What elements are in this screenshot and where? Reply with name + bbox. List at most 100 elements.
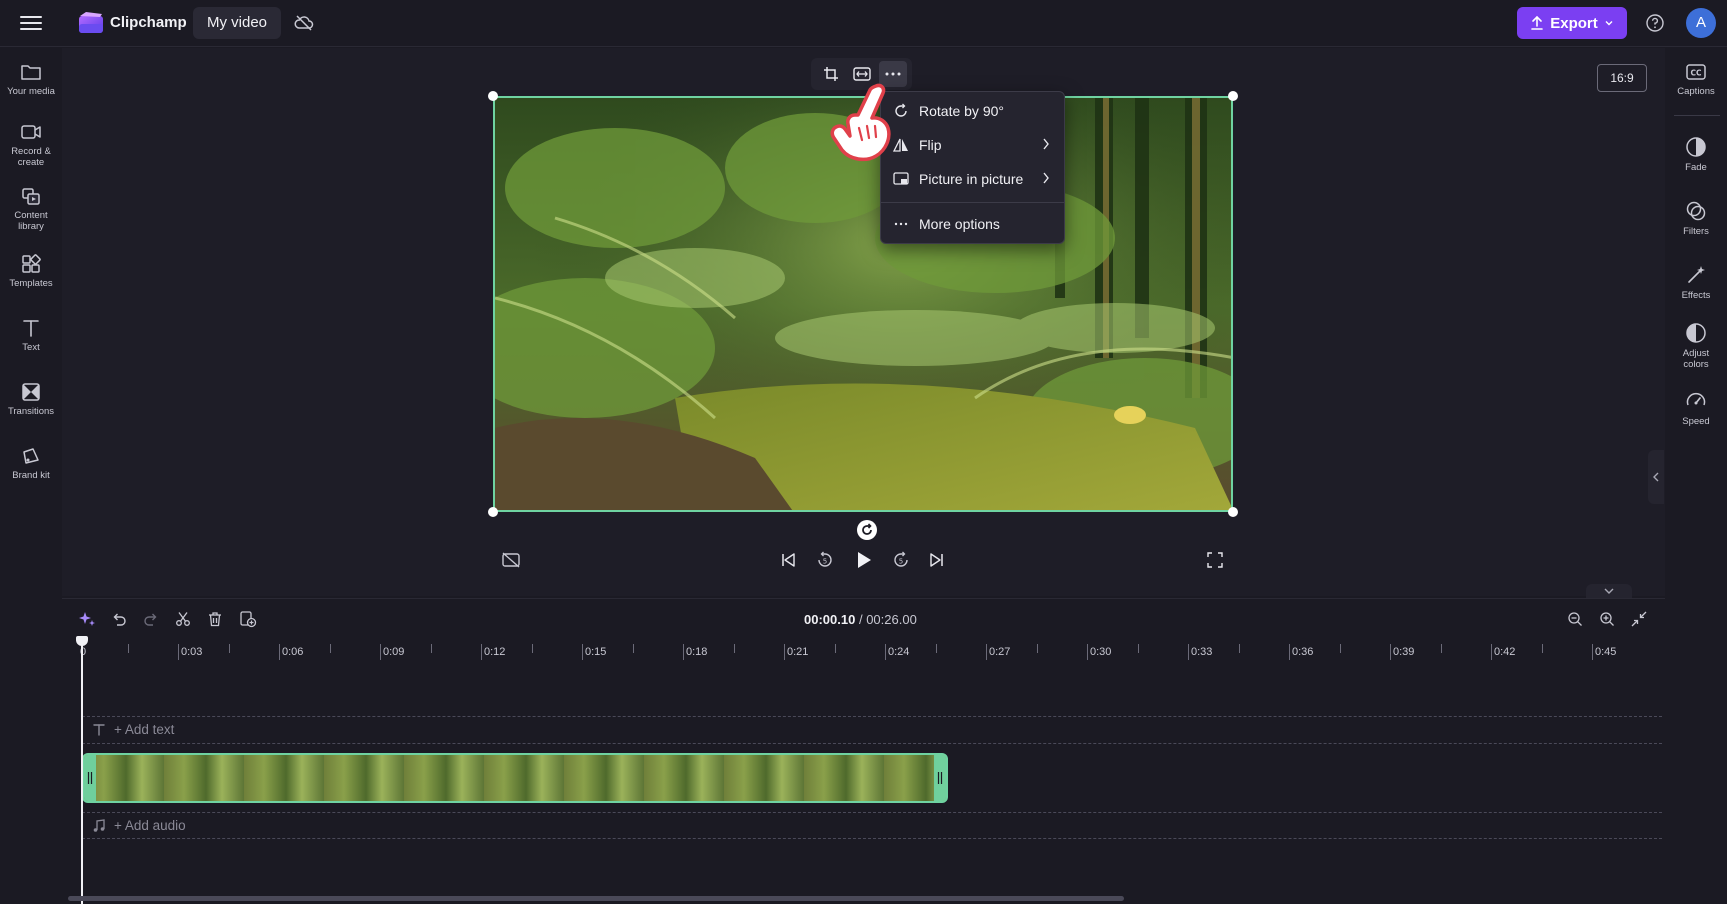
sidebar-item-adjust-colors[interactable]: Adjust colors — [1665, 322, 1727, 370]
sidebar-item-speed[interactable]: Speed — [1665, 390, 1727, 427]
menu-item-more-options[interactable]: More options — [881, 207, 1064, 241]
collapse-timeline-button[interactable] — [1586, 584, 1632, 598]
ai-magic-button[interactable] — [76, 608, 98, 630]
playhead[interactable] — [81, 640, 83, 904]
menu-item-label: Rotate by 90° — [919, 103, 1004, 119]
rotate-handle[interactable] — [857, 520, 877, 540]
zoom-out-button[interactable] — [1564, 608, 1586, 630]
aspect-ratio-button[interactable]: 16:9 — [1597, 64, 1647, 92]
redo-button[interactable] — [140, 608, 162, 630]
project-name-field[interactable]: My video — [193, 7, 282, 39]
audio-track-top-line — [82, 812, 1662, 813]
time-separator: / — [858, 612, 863, 627]
clip-trim-handle-right[interactable] — [934, 755, 946, 801]
sidebar-item-label: Text — [22, 342, 40, 353]
timeline-ruler[interactable]: 0 0:03 0:06 0:09 0:12 0:15 0:18 0:21 0:24 0:27 0:3… — [62, 638, 1665, 664]
app-name: Clipchamp — [110, 14, 187, 31]
fullscreen-button[interactable] — [1203, 548, 1227, 572]
help-icon[interactable] — [1645, 13, 1665, 33]
menu-item-label: More options — [919, 216, 1000, 232]
skip-to-start-button[interactable] — [776, 548, 800, 572]
clip-trim-handle-left[interactable] — [84, 755, 96, 801]
sidebar-item-captions[interactable]: CC Captions — [1665, 62, 1727, 97]
svg-text:CC: CC — [1690, 69, 1702, 78]
sidebar-item-label: Speed — [1682, 416, 1710, 427]
sidebar-item-your-media[interactable]: Your media — [0, 62, 62, 97]
split-button[interactable] — [172, 608, 194, 630]
menu-item-flip[interactable]: Flip — [881, 128, 1064, 162]
rewind-icon: 5 — [818, 551, 832, 567]
add-text-track[interactable]: + Add text — [92, 722, 174, 737]
skip-back-icon — [782, 553, 795, 567]
rewind-5-button[interactable]: 5 — [813, 548, 837, 572]
menu-divider — [881, 202, 1064, 203]
fade-icon — [1686, 137, 1706, 157]
resize-handle-bottom-left[interactable] — [488, 507, 498, 517]
more-horizontal-icon — [885, 72, 900, 76]
ruler-tick-minor — [1137, 644, 1139, 653]
chevron-left-icon — [1653, 472, 1659, 482]
right-sidebar-divider — [1674, 115, 1720, 116]
ruler-tick-label: 0:24 — [888, 646, 910, 658]
text-track-top-line — [82, 716, 1662, 717]
ruler-tick-major — [986, 644, 987, 660]
cloud-sync-off-icon[interactable] — [294, 13, 314, 33]
sidebar-item-record-create[interactable]: Record & create — [0, 122, 62, 168]
menu-item-picture-in-picture[interactable]: Picture in picture — [881, 162, 1064, 196]
sparkle-icon — [79, 612, 95, 626]
fullscreen-icon — [1207, 552, 1223, 568]
ruler-tick-label: 0:30 — [1090, 646, 1112, 658]
export-button[interactable]: Export — [1517, 7, 1627, 39]
music-note-icon — [93, 818, 105, 832]
ruler-tick-minor — [228, 644, 230, 653]
sidebar-item-label: Transitions — [7, 406, 55, 417]
avatar[interactable]: A — [1686, 8, 1716, 38]
play-button[interactable] — [852, 548, 876, 572]
resize-handle-bottom-right[interactable] — [1228, 507, 1238, 517]
skip-to-end-button[interactable] — [925, 548, 949, 572]
ruler-tick-label: 0:21 — [787, 646, 809, 658]
scissors-icon — [176, 612, 190, 626]
delete-button[interactable] — [204, 608, 226, 630]
zoom-in-button[interactable] — [1596, 608, 1618, 630]
sidebar-item-brand-kit[interactable]: Brand kit — [0, 446, 62, 481]
sidebar-item-label-line2: create — [17, 157, 45, 168]
top-bar: Clipchamp My video Export A — [0, 0, 1727, 47]
sidebar-item-templates[interactable]: Templates — [0, 254, 62, 289]
resize-handle-top-right[interactable] — [1228, 91, 1238, 101]
filters-icon — [1686, 201, 1706, 221]
sidebar-item-label: Adjust — [1682, 348, 1710, 359]
menu-item-rotate[interactable]: Rotate by 90° — [881, 94, 1064, 128]
captions-off-button[interactable] — [499, 548, 523, 572]
add-to-library-button[interactable] — [237, 608, 259, 630]
sidebar-item-filters[interactable]: Filters — [1665, 200, 1727, 237]
sidebar-item-text[interactable]: Text — [0, 318, 62, 353]
ruler-tick-major — [380, 644, 381, 660]
ruler-tick-minor — [1238, 644, 1240, 653]
sidebar-item-label: Filters — [1683, 226, 1709, 237]
more-icon — [894, 222, 908, 226]
ruler-tick-major — [784, 644, 785, 660]
fit-timeline-button[interactable] — [1628, 608, 1650, 630]
sidebar-item-transitions[interactable]: Transitions — [0, 382, 62, 417]
play-icon — [858, 552, 871, 568]
resize-handle-top-left[interactable] — [488, 91, 498, 101]
sidebar-item-content-library[interactable]: Content library — [0, 186, 62, 232]
sidebar-item-fade[interactable]: Fade — [1665, 136, 1727, 173]
ruler-tick-major — [1188, 644, 1189, 660]
add-text-label: + Add text — [114, 722, 175, 737]
expand-right-panel-button[interactable] — [1648, 450, 1664, 504]
ruler-tick-label: 0:36 — [1292, 646, 1314, 658]
clipchamp-logo-icon — [78, 11, 104, 35]
video-clip[interactable] — [82, 753, 948, 803]
hamburger-menu-icon[interactable] — [18, 12, 44, 34]
forward-5-button[interactable]: 5 — [889, 548, 913, 572]
undo-button[interactable] — [108, 608, 130, 630]
ruler-tick-label: 0:39 — [1393, 646, 1415, 658]
camera-icon — [21, 125, 41, 139]
add-audio-track[interactable]: + Add audio — [92, 818, 186, 833]
speed-icon — [1686, 392, 1706, 406]
timeline-horizontal-scrollbar[interactable] — [68, 896, 1124, 901]
sidebar-item-label: Fade — [1685, 162, 1707, 173]
sidebar-item-effects[interactable]: Effects — [1665, 264, 1727, 301]
